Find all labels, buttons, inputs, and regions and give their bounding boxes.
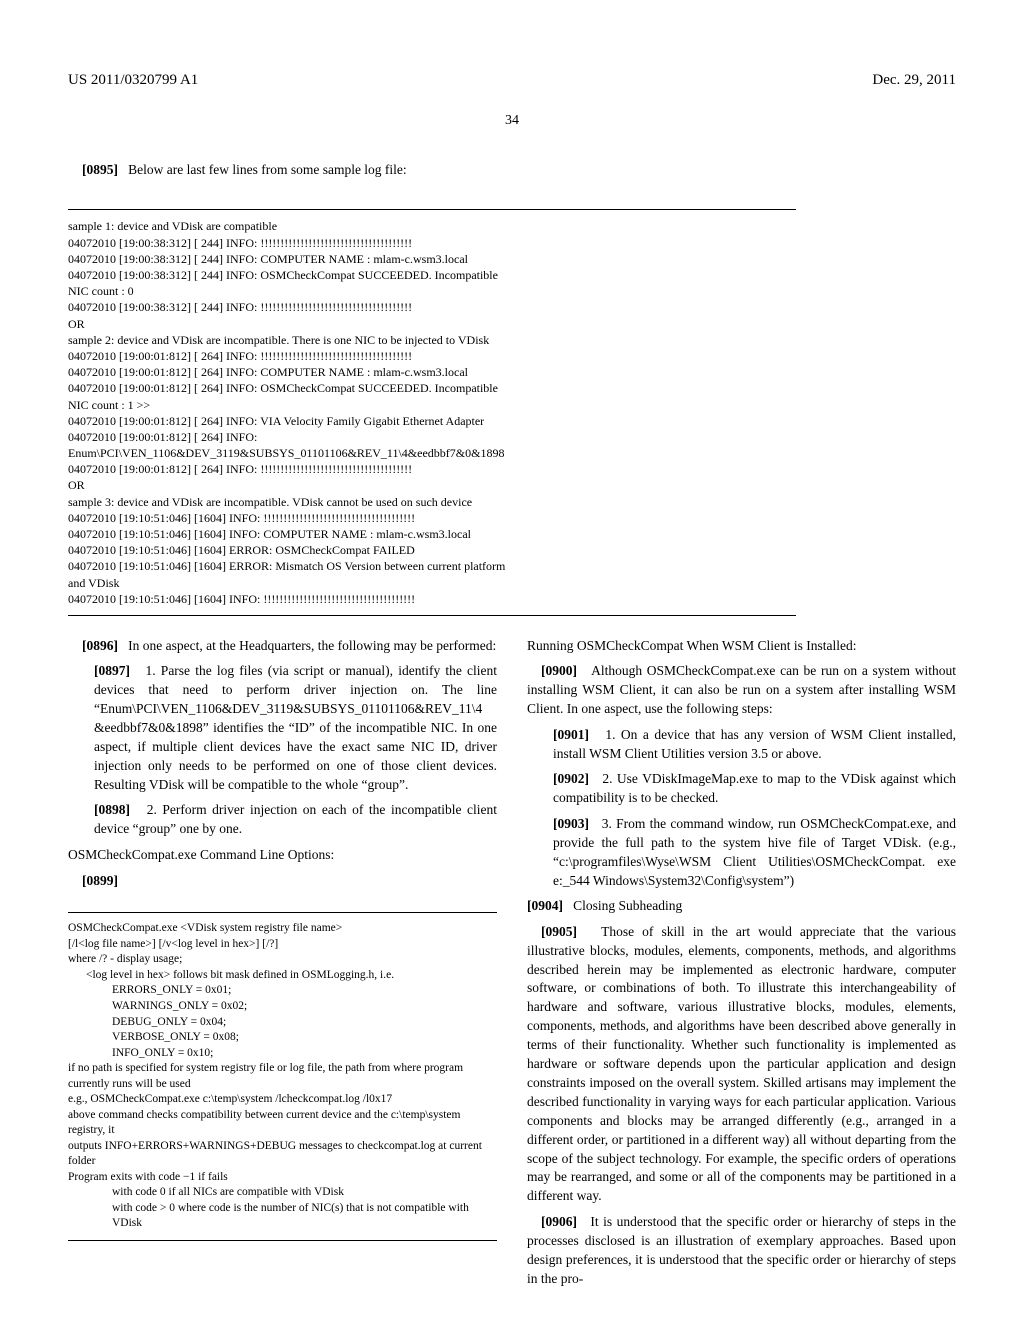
para-0904: [0904] Closing Subheading [527, 897, 956, 916]
para-0895: [0895] Below are last few lines from som… [68, 161, 956, 180]
para-num: [0899] [82, 873, 118, 888]
para-text: Although OSMCheckCompat.exe can be run o… [527, 663, 956, 716]
cmd-line: DEBUG_ONLY = 0x04; [68, 1015, 497, 1031]
cmd-line: INFO_ONLY = 0x10; [68, 1046, 497, 1062]
cmd-line: [/l<log file name>] [/v<log level in hex… [68, 938, 278, 950]
cmd-line: above command checks compatibility betwe… [68, 1109, 460, 1137]
para-0899: [0899] [68, 872, 497, 891]
para-num: [0906] [541, 1214, 577, 1229]
para-0903: [0903] 3. From the command window, run O… [527, 815, 956, 891]
cmd-line: e.g., OSMCheckCompat.exe c:\temp\system … [68, 1093, 392, 1105]
para-text: Closing Subheading [573, 898, 682, 913]
para-num: [0904] [527, 898, 563, 913]
cmd-options-title: OSMCheckCompat.exe Command Line Options: [68, 846, 497, 865]
para-text: Below are last few lines from some sampl… [128, 162, 407, 177]
para-text: 2. Use VDiskImageMap.exe to map to the V… [553, 771, 956, 805]
para-num: [0901] [553, 727, 589, 742]
para-num: [0905] [541, 924, 577, 939]
para-num: [0903] [553, 816, 589, 831]
cmd-line: Program exits with code −1 if fails [68, 1171, 228, 1183]
pub-number: US 2011/0320799 A1 [68, 70, 198, 91]
para-text: 2. Perform driver injection on each of t… [94, 802, 497, 836]
right-column: Running OSMCheckCompat When WSM Client i… [527, 630, 956, 1295]
para-text: 1. Parse the log files (via script or ma… [94, 663, 497, 791]
para-num: [0902] [553, 771, 589, 786]
cmd-rule-bottom [68, 1240, 497, 1241]
para-0902: [0902] 2. Use VDiskImageMap.exe to map t… [527, 770, 956, 808]
cmd-line: VERBOSE_ONLY = 0x08; [68, 1030, 497, 1046]
cmd-line: ERRORS_ONLY = 0x01; [68, 983, 497, 999]
para-num: [0896] [82, 638, 118, 653]
para-num: [0900] [541, 663, 577, 678]
para-text: In one aspect, at the Headquarters, the … [128, 638, 496, 653]
cmd-line: where /? - display usage; [68, 953, 182, 965]
cmd-line: if no path is specified for system regis… [68, 1062, 463, 1090]
cmd-line: outputs INFO+ERRORS+WARNINGS+DEBUG messa… [68, 1140, 482, 1168]
pub-date: Dec. 29, 2011 [872, 70, 956, 91]
cmd-rule-top [68, 912, 497, 913]
para-0897: [0897] 1. Parse the log files (via scrip… [68, 662, 497, 794]
para-0906: [0906] It is understood that the specifi… [527, 1213, 956, 1289]
para-text: 3. From the command window, run OSMCheck… [553, 816, 956, 888]
log-sample-block: sample 1: device and VDisk are compatibl… [68, 218, 796, 607]
para-num: [0897] [94, 663, 130, 678]
cmd-options-block: OSMCheckCompat.exe <VDisk system registr… [68, 921, 497, 1231]
para-0905: [0905] Those of skill in the art would a… [527, 923, 956, 1206]
page-number: 34 [68, 111, 956, 131]
run-title: Running OSMCheckCompat When WSM Client i… [527, 637, 956, 656]
para-0900: [0900] Although OSMCheckCompat.exe can b… [527, 662, 956, 719]
cmd-line: with code > 0 where code is the number o… [68, 1201, 497, 1232]
para-text: 1. On a device that has any version of W… [553, 727, 956, 761]
para-num: [0895] [82, 162, 118, 177]
para-text: It is understood that the specific order… [527, 1214, 956, 1286]
para-text: Those of skill in the art would apprecia… [527, 924, 956, 1203]
para-0901: [0901] 1. On a device that has any versi… [527, 726, 956, 764]
left-column: [0896] In one aspect, at the Headquarter… [68, 630, 497, 1295]
para-0898: [0898] 2. Perform driver injection on ea… [68, 801, 497, 839]
rule-top [68, 209, 796, 210]
cmd-line: with code 0 if all NICs are compatible w… [68, 1185, 497, 1201]
cmd-line: <log level in hex> follows bit mask defi… [68, 968, 497, 984]
rule-bottom [68, 615, 796, 616]
cmd-line: WARNINGS_ONLY = 0x02; [68, 999, 497, 1015]
para-num: [0898] [94, 802, 130, 817]
cmd-line: OSMCheckCompat.exe <VDisk system registr… [68, 922, 342, 934]
para-0896: [0896] In one aspect, at the Headquarter… [68, 637, 497, 656]
